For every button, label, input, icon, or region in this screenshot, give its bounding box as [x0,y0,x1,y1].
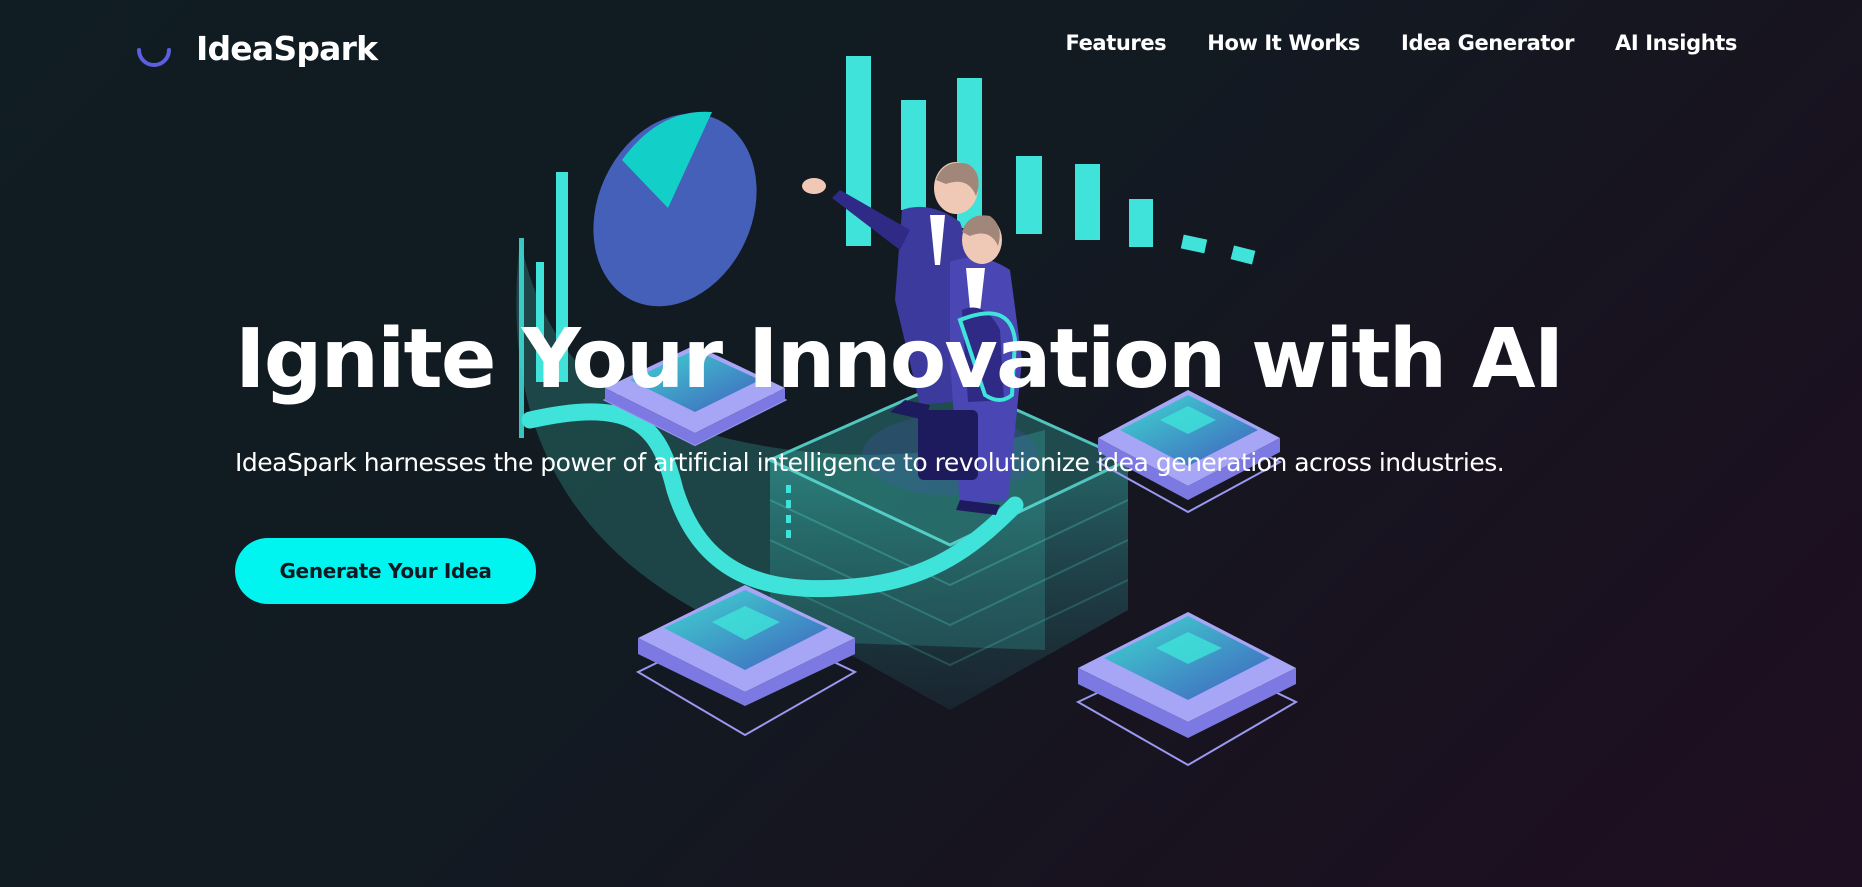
hero-title: Ignite Your Innovation with AI [235,312,1564,407]
spinner-arc-icon [137,48,171,67]
hero-section: Ignite Your Innovation with AI IdeaSpark… [235,310,1564,480]
nav-menu: Features How It Works Idea Generator AI … [1065,31,1737,55]
nav-link-idea-generator[interactable]: Idea Generator [1401,31,1574,55]
brand-logo[interactable]: IdeaSpark [134,24,378,72]
navbar: IdeaSpark Features How It Works Idea Gen… [0,0,1862,96]
generate-idea-button[interactable]: Generate Your Idea [235,538,536,604]
nav-link-features[interactable]: Features [1065,31,1166,55]
nav-link-ai-insights[interactable]: AI Insights [1615,31,1737,55]
brand-name: IdeaSpark [196,28,378,68]
nav-link-how-it-works[interactable]: How It Works [1207,31,1360,55]
hero-subtitle: IdeaSpark harnesses the power of artific… [235,448,1505,477]
landing-page: IdeaSpark Features How It Works Idea Gen… [0,0,1862,887]
